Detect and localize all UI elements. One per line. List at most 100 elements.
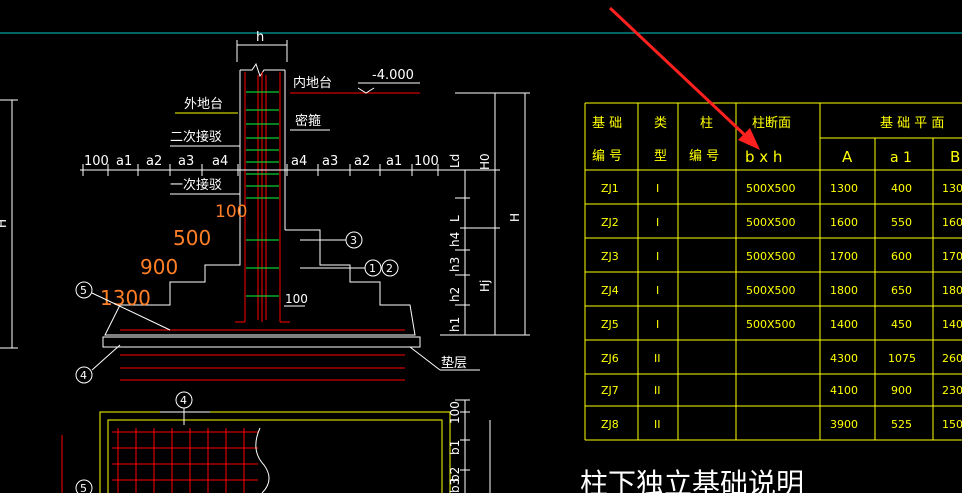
step-900-label: 900	[140, 255, 178, 279]
drawing-svg: H h 内地台	[0, 6, 962, 493]
left-h-label: H	[0, 219, 9, 228]
table-cell: ZJ7	[601, 384, 619, 397]
outer-ground: 外地台 二次接驳 一次接驳 密箍	[170, 97, 330, 195]
table-cell: II	[654, 384, 661, 397]
table-cell: ZJ5	[601, 318, 619, 331]
plan-dim-b3: b3	[448, 478, 462, 493]
table-row[interactable]: ZJ3 I 500X500 1700 600 170	[601, 250, 962, 263]
table-cell: I	[656, 250, 659, 263]
table-cell: 550	[891, 216, 912, 229]
th-a1: a 1	[890, 150, 912, 166]
table-cell: I	[656, 284, 659, 297]
table-cell: ZJ4	[601, 284, 619, 297]
dim-h0: H0	[478, 153, 492, 170]
table-row[interactable]: ZJ5 I 500X500 1400 450 140	[601, 318, 962, 331]
plan-dim-b1: b1	[448, 440, 462, 455]
right-dimensions: H0 Ld L h4 h3 h2 h1 H Hj	[440, 92, 530, 336]
step-100-label: 100	[215, 202, 247, 222]
dim-right-4: 100	[414, 154, 439, 169]
th-foundation: 基 础	[592, 116, 622, 131]
table-row[interactable]: ZJ6 II 4300 1075 260	[601, 352, 962, 365]
table-row[interactable]: ZJ4 I 500X500 1800 650 180	[601, 284, 962, 297]
table-cell: 650	[891, 284, 912, 297]
table-row[interactable]: ZJ8 II 3900 525 150	[601, 418, 962, 431]
table-cell: I	[656, 216, 659, 229]
step-500-label: 500	[173, 226, 211, 250]
table-cell: II	[654, 418, 661, 431]
callout-5b: 5	[80, 482, 87, 493]
table-cell: 1600	[830, 216, 858, 229]
table-cell: 1700	[830, 250, 858, 263]
table-cell: 170	[942, 250, 962, 263]
table-cell: 500X500	[746, 250, 796, 263]
callout-1: 1	[369, 262, 376, 275]
dim-h2: h2	[448, 287, 462, 302]
table-cell: ZJ6	[601, 352, 619, 365]
th-column-section: 柱断面	[752, 116, 791, 131]
th-type: 类	[654, 116, 667, 131]
outer-ground-label: 外地台	[184, 97, 223, 112]
table-cell: 4300	[830, 352, 858, 365]
table-row[interactable]: ZJ1 I 500X500 1300 400 130	[601, 182, 962, 195]
table-cell: 160	[942, 216, 962, 229]
dim-l: L	[448, 215, 462, 222]
table-cell: 400	[891, 182, 912, 195]
cushion-label: 垫层	[441, 355, 467, 371]
table-cell: I	[656, 318, 659, 331]
callout-3: 3	[350, 234, 357, 247]
table-cell: 260	[942, 352, 962, 365]
callout-5: 5	[80, 284, 87, 297]
table-row[interactable]: ZJ7 II 4100 900 230	[601, 384, 962, 397]
dim-h4: h4	[448, 232, 462, 247]
table-cell: 140	[942, 318, 962, 331]
th-foundation-plan: 基 础 平 面	[880, 116, 944, 131]
th-b: B	[950, 148, 960, 166]
dim-right-0: a4	[291, 154, 307, 169]
table-cell: ZJ8	[601, 418, 619, 431]
table-cell: 500X500	[746, 284, 796, 297]
table-cell: 1075	[888, 352, 916, 365]
base-100-label: 100	[285, 292, 308, 306]
callout-2: 2	[386, 262, 393, 275]
cad-drawing-canvas[interactable]: H h 内地台	[0, 0, 962, 493]
dim-right-1: a3	[322, 154, 338, 169]
note-title: 柱下独立基础说明	[580, 467, 804, 493]
table-cell: ZJ1	[601, 182, 619, 195]
th-kind: 型	[654, 149, 667, 164]
table-cell: ZJ2	[601, 216, 619, 229]
step-1300-label: 1300	[100, 286, 151, 310]
dim-left-1: a1	[116, 154, 132, 169]
red-arrow-annotation	[608, 6, 760, 150]
table-cell: 130	[942, 182, 962, 195]
table-cell: II	[654, 352, 661, 365]
callout-4b: 4	[180, 394, 187, 407]
dim-ld: Ld	[448, 154, 462, 168]
callout-4: 4	[80, 369, 87, 382]
table-cell: 900	[891, 384, 912, 397]
th-col-number: 编 号	[689, 149, 719, 164]
table-cell: ZJ3	[601, 250, 619, 263]
th-number: 编 号	[592, 149, 622, 164]
dim-left-2: a2	[146, 154, 162, 169]
dim-left-3: a3	[178, 154, 194, 169]
dim-right-3: a1	[386, 154, 402, 169]
table-row[interactable]: ZJ2 I 500X500 1600 550 160	[601, 216, 962, 229]
plan-view: 100 b1 b2 b3	[61, 399, 491, 493]
dim-h3: h3	[448, 257, 462, 272]
table-cell: 450	[891, 318, 912, 331]
inner-ground-label: 内地台	[293, 75, 332, 91]
dim-right-2: a2	[354, 154, 370, 169]
first-pour-label: 一次接驳	[170, 177, 222, 193]
table-cell: 500X500	[746, 182, 796, 195]
table-cell: 1400	[830, 318, 858, 331]
th-a: A	[842, 148, 853, 166]
table-cell: 150	[942, 418, 962, 431]
dim-left-4: a4	[212, 154, 228, 169]
dim-hj: Hj	[478, 280, 492, 292]
dim-h-total: H	[508, 213, 522, 222]
dim-left-0: 100	[84, 154, 109, 169]
plan-dim-100: 100	[448, 401, 462, 424]
second-pour-label: 二次接驳	[170, 129, 222, 145]
table-cell: 500X500	[746, 318, 796, 331]
top-h-dimension: h	[236, 30, 288, 62]
